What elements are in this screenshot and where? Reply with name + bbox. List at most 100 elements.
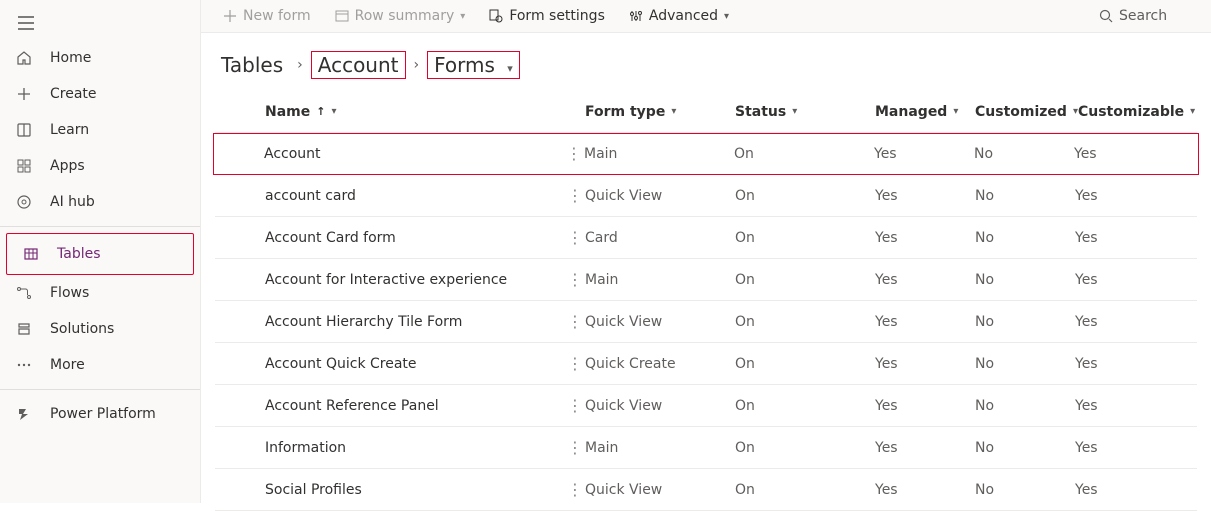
row-name: Account for Interactive experience	[265, 272, 565, 288]
sidebar-item-label: Apps	[50, 158, 85, 174]
row-name: Account Quick Create	[265, 356, 565, 372]
row-more-icon[interactable]: ⋮	[567, 440, 583, 456]
breadcrumb-account[interactable]: Account	[311, 51, 406, 79]
row-more-icon[interactable]: ⋮	[567, 398, 583, 414]
row-formtype: Quick View	[585, 482, 735, 498]
table-row[interactable]: Information ⋮ Main On Yes No Yes	[215, 427, 1197, 469]
row-customized: No	[975, 398, 1075, 414]
row-name: Social Profiles	[265, 482, 565, 498]
row-customized: No	[975, 482, 1075, 498]
hamburger-button[interactable]	[6, 6, 46, 40]
row-customizable: Yes	[1074, 146, 1174, 162]
cmd-label: Advanced	[649, 8, 718, 24]
table-row[interactable]: Account Reference Panel ⋮ Quick View On …	[215, 385, 1197, 427]
sidebar-item-label: Power Platform	[50, 406, 156, 422]
row-more-icon[interactable]: ⋮	[567, 356, 583, 372]
sidebar-item-solutions[interactable]: Solutions	[0, 311, 200, 347]
row-formtype: Main	[585, 440, 735, 456]
table-row[interactable]: Account Quick Create ⋮ Quick Create On Y…	[215, 343, 1197, 385]
chevron-down-icon: ▾	[724, 11, 729, 22]
row-formtype: Main	[584, 146, 734, 162]
sidebar-item-label: More	[50, 357, 85, 373]
form-settings-button[interactable]: Form settings	[479, 0, 615, 32]
row-managed: Yes	[875, 314, 975, 330]
advanced-button[interactable]: Advanced ▾	[619, 0, 739, 32]
row-summary-button[interactable]: Row summary ▾	[325, 0, 476, 32]
row-customized: No	[975, 230, 1075, 246]
table-row[interactable]: Account Card form ⋮ Card On Yes No Yes	[215, 217, 1197, 259]
row-more-icon[interactable]: ⋮	[567, 272, 583, 288]
row-status: On	[734, 146, 874, 162]
row-name: Account Hierarchy Tile Form	[265, 314, 565, 330]
powerplatform-icon	[14, 406, 34, 422]
column-header-customized[interactable]: Customized ▾	[975, 104, 1078, 120]
column-header-name[interactable]: Name ↑ ▾	[265, 104, 565, 120]
row-name: account card	[265, 188, 565, 204]
search-box[interactable]: Search	[1089, 0, 1199, 32]
sidebar-item-aihub[interactable]: AI hub	[0, 184, 200, 220]
row-formtype: Quick View	[585, 398, 735, 414]
cmd-label: Form settings	[509, 8, 605, 24]
cmd-label: Row summary	[355, 8, 455, 24]
column-header-managed[interactable]: Managed ▾	[875, 104, 975, 120]
row-managed: Yes	[875, 272, 975, 288]
row-name: Account Card form	[265, 230, 565, 246]
sidebar-item-more[interactable]: More	[0, 347, 200, 383]
row-managed: Yes	[875, 440, 975, 456]
column-header-formtype[interactable]: Form type ▾	[585, 104, 735, 120]
sidebar-item-label: Tables	[57, 246, 101, 262]
sidebar-item-learn[interactable]: Learn	[0, 112, 200, 148]
row-customizable: Yes	[1075, 440, 1175, 456]
row-status: On	[735, 482, 875, 498]
row-managed: Yes	[874, 146, 974, 162]
row-customized: No	[975, 440, 1075, 456]
book-icon	[14, 122, 34, 138]
row-formtype: Quick View	[585, 314, 735, 330]
chevron-down-icon: ▾	[671, 106, 676, 117]
column-header-customizable[interactable]: Customizable ▾	[1078, 104, 1195, 120]
plus-icon	[14, 86, 34, 102]
sidebar-item-tables[interactable]: Tables	[7, 236, 193, 272]
row-managed: Yes	[875, 482, 975, 498]
table-row[interactable]: Account ⋮ Main On Yes No Yes	[213, 133, 1199, 175]
row-more-icon[interactable]: ⋮	[566, 146, 582, 162]
row-status: On	[735, 398, 875, 414]
breadcrumb-forms-label: Forms	[434, 53, 495, 77]
row-managed: Yes	[875, 356, 975, 372]
row-customizable: Yes	[1075, 398, 1175, 414]
row-status: On	[735, 440, 875, 456]
sidebar-item-home[interactable]: Home	[0, 40, 200, 76]
tables-icon	[21, 246, 41, 262]
sidebar-item-create[interactable]: Create	[0, 76, 200, 112]
breadcrumb-tables[interactable]: Tables	[215, 52, 289, 78]
sidebar-item-label: Create	[50, 86, 97, 102]
sidebar-item-powerplatform[interactable]: Power Platform	[0, 396, 200, 432]
chevron-down-icon: ▾	[792, 106, 797, 117]
row-formtype: Main	[585, 272, 735, 288]
row-more-icon[interactable]: ⋮	[567, 482, 583, 498]
breadcrumb-forms[interactable]: Forms ▾	[427, 51, 520, 79]
form-settings-icon	[489, 9, 503, 23]
sidebar-item-label: Learn	[50, 122, 89, 138]
flows-icon	[14, 285, 34, 301]
sidebar-item-apps[interactable]: Apps	[0, 148, 200, 184]
chevron-right-icon: ›	[295, 57, 305, 73]
table-row[interactable]: Social Profiles ⋮ Quick View On Yes No Y…	[215, 469, 1197, 511]
table-row[interactable]: Account for Interactive experience ⋮ Mai…	[215, 259, 1197, 301]
sidebar-item-flows[interactable]: Flows	[0, 275, 200, 311]
search-placeholder: Search	[1119, 8, 1167, 24]
ai-icon	[14, 194, 34, 210]
new-form-button[interactable]: New form	[213, 0, 321, 32]
row-more-icon[interactable]: ⋮	[567, 230, 583, 246]
sort-asc-icon: ↑	[316, 105, 325, 118]
column-header-status[interactable]: Status ▾	[735, 104, 875, 120]
chevron-down-icon: ▾	[953, 106, 958, 117]
table-row[interactable]: account card ⋮ Quick View On Yes No Yes	[215, 175, 1197, 217]
breadcrumb: Tables › Account › Forms ▾	[201, 33, 1211, 91]
forms-table: Name ↑ ▾ Form type ▾ Status ▾ Managed ▾ …	[201, 91, 1211, 511]
row-customizable: Yes	[1075, 230, 1175, 246]
row-more-icon[interactable]: ⋮	[567, 188, 583, 204]
row-more-icon[interactable]: ⋮	[567, 314, 583, 330]
table-row[interactable]: Account Hierarchy Tile Form ⋮ Quick View…	[215, 301, 1197, 343]
row-customizable: Yes	[1075, 314, 1175, 330]
